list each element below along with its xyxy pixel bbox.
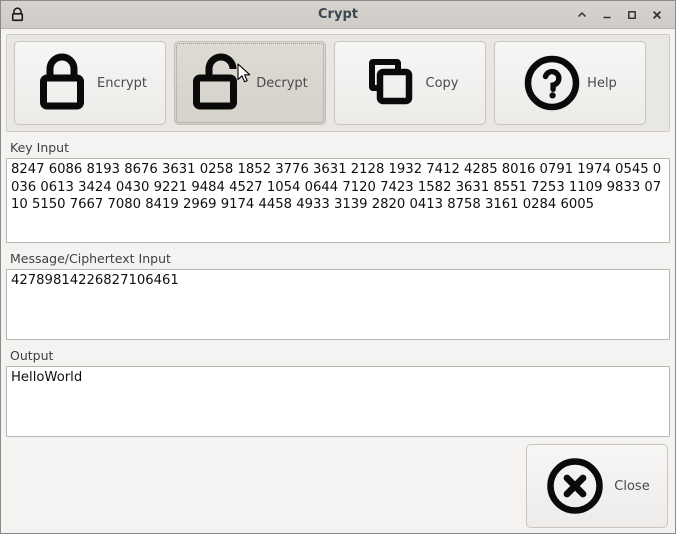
message-input-label: Message/Ciphertext Input xyxy=(10,250,171,266)
copy-button-label: Copy xyxy=(425,75,459,91)
window-title: Crypt xyxy=(318,7,358,22)
copy-button[interactable]: Copy xyxy=(334,41,486,125)
window-controls xyxy=(575,8,669,21)
copy-pages-icon xyxy=(362,52,420,114)
footer: Close xyxy=(1,437,675,533)
crypt-window: Crypt Encrypt Decrypt Copy Help Key Inpu… xyxy=(0,0,676,534)
minimize-button[interactable] xyxy=(600,8,613,21)
help-button[interactable]: Help xyxy=(494,41,646,125)
lock-icon xyxy=(8,6,26,24)
encrypt-button-label: Encrypt xyxy=(97,75,147,91)
encrypt-button[interactable]: Encrypt xyxy=(14,41,166,125)
x-circle-icon xyxy=(544,455,606,517)
close-button[interactable]: Close xyxy=(526,444,668,528)
titlebar: Crypt xyxy=(1,1,675,29)
padlock-closed-icon xyxy=(33,52,91,114)
output-field[interactable]: HelloWorld xyxy=(6,365,670,437)
decrypt-button-label: Decrypt xyxy=(256,75,308,91)
output-label: Output xyxy=(10,347,54,363)
close-button-label: Close xyxy=(614,478,650,494)
message-input[interactable]: 42789814226827106461 xyxy=(6,268,670,340)
question-circle-icon xyxy=(523,52,581,114)
toolbar: Encrypt Decrypt Copy Help xyxy=(6,34,670,132)
decrypt-button[interactable]: Decrypt xyxy=(174,41,326,125)
padlock-open-icon xyxy=(192,52,250,114)
key-input[interactable]: 8247 6086 8193 8676 3631 0258 1852 3776 … xyxy=(6,158,670,243)
close-window-button[interactable] xyxy=(650,8,663,21)
key-input-label: Key Input xyxy=(10,140,70,155)
maximize-button[interactable] xyxy=(625,8,638,21)
shade-button[interactable] xyxy=(575,8,588,21)
fields-container: Key Input 8247 6086 8193 8676 3631 0258 … xyxy=(1,132,675,437)
help-button-label: Help xyxy=(587,75,617,91)
